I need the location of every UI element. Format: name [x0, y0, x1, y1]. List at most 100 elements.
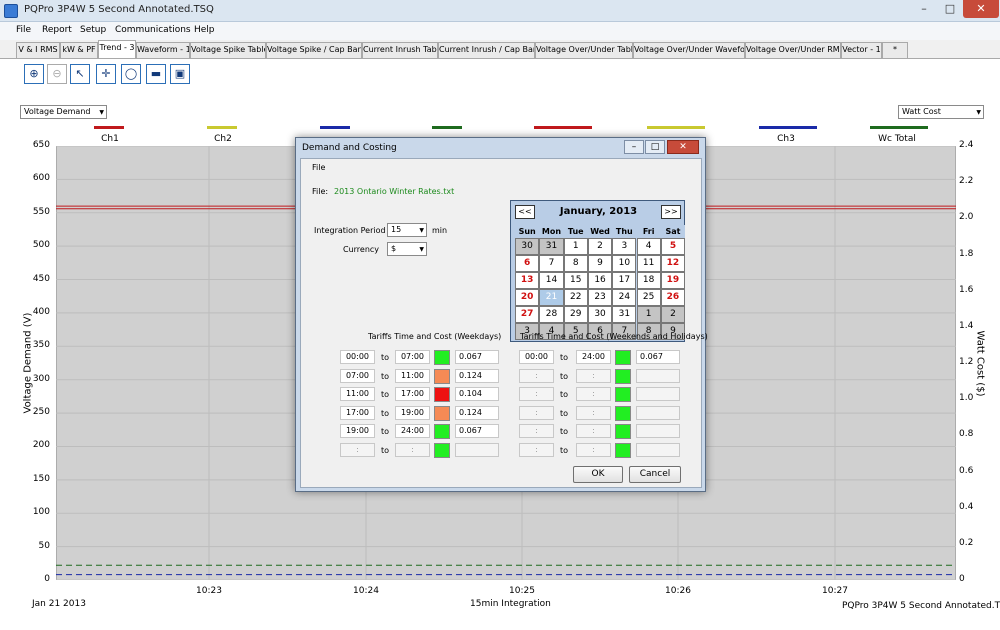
tab-voltage-over-under-table[interactable]: Voltage Over/Under Table — [535, 42, 633, 58]
menu-help[interactable]: Help — [194, 25, 215, 35]
camera-icon[interactable]: ▣ — [170, 64, 190, 84]
tariff-to-input[interactable]: : — [576, 368, 611, 383]
calendar-day[interactable]: 30 — [515, 238, 540, 255]
calendar-day[interactable]: 31 — [612, 306, 637, 323]
calendar-day[interactable]: 7 — [539, 255, 564, 272]
calendar-day[interactable]: 9 — [587, 255, 613, 272]
ok-button[interactable]: OK — [573, 466, 623, 483]
calendar-day[interactable]: 24 — [612, 289, 637, 306]
tariff-cost-input[interactable]: 0.104 — [455, 387, 499, 401]
calendar-day[interactable]: 2 — [587, 238, 613, 255]
tariff-color-swatch[interactable] — [615, 424, 631, 439]
cancel-button[interactable]: Cancel — [629, 466, 681, 483]
calendar-day[interactable]: 14 — [539, 272, 564, 289]
tariff-cost-input[interactable]: 0.067 — [636, 350, 680, 364]
calendar-day[interactable]: 6 — [515, 255, 540, 272]
tariff-from-input[interactable]: : — [519, 368, 554, 383]
tariff-from-input[interactable]: 00:00 — [519, 350, 554, 364]
tariff-color-swatch[interactable] — [434, 424, 450, 439]
zoom-out-icon[interactable]: ⊖ — [47, 64, 67, 84]
tab-voltage-spike-table[interactable]: Voltage Spike Table — [190, 42, 266, 58]
tariff-color-swatch[interactable] — [434, 387, 450, 402]
pointer-icon[interactable]: ↖ — [70, 64, 90, 84]
calendar-day[interactable]: 25 — [636, 289, 661, 306]
crosshair-icon[interactable]: ✛ — [96, 64, 116, 84]
calendar-day[interactable]: 3 — [612, 238, 637, 255]
currency-select[interactable]: $ — [387, 242, 427, 256]
tariff-cost-input[interactable] — [636, 424, 680, 438]
right-axis-select[interactable]: Watt Cost — [898, 105, 984, 119]
menu-communications[interactable]: Communications — [115, 25, 191, 35]
tariff-to-input[interactable]: 24:00 — [395, 424, 430, 438]
calendar-day[interactable]: 11 — [636, 255, 661, 272]
minimize-icon[interactable]: – — [912, 0, 936, 18]
tariff-cost-input[interactable] — [636, 387, 680, 401]
calendar-day[interactable]: 19 — [660, 272, 686, 289]
tariff-cost-input[interactable]: 0.067 — [455, 350, 499, 364]
tariff-cost-input[interactable] — [636, 442, 680, 457]
tariff-from-input[interactable]: 11:00 — [340, 387, 375, 401]
annotate-icon[interactable]: ◯ — [121, 64, 141, 84]
tariff-to-input[interactable]: : — [576, 442, 611, 457]
calendar-day[interactable]: 18 — [636, 272, 661, 289]
tariff-color-swatch[interactable] — [434, 350, 450, 365]
tab-trend-3[interactable]: Trend - 3 — [98, 40, 136, 58]
calendar-day[interactable]: 30 — [587, 306, 613, 323]
tab-voltage-over-under-waveform[interactable]: Voltage Over/Under Waveform — [633, 42, 745, 58]
integration-period-select[interactable]: 15 — [387, 223, 427, 237]
tariff-cost-input[interactable]: 0.067 — [455, 424, 499, 438]
tariff-to-input[interactable]: : — [576, 387, 611, 401]
calendar-day[interactable]: 16 — [587, 272, 613, 289]
calendar-day[interactable]: 21 — [539, 289, 564, 306]
tariff-color-swatch[interactable] — [615, 368, 631, 384]
tariff-from-input[interactable]: : — [340, 442, 375, 457]
tariff-color-swatch[interactable] — [615, 350, 631, 365]
marker-icon[interactable]: ▬ — [146, 64, 166, 84]
calendar-day[interactable]: 15 — [563, 272, 588, 289]
tariff-from-input[interactable]: : — [519, 442, 554, 457]
tab-kw-pf[interactable]: kW & PF — [60, 42, 98, 58]
calendar-day[interactable]: 26 — [660, 289, 686, 306]
tariff-to-input[interactable]: 11:00 — [395, 368, 430, 383]
tariff-color-swatch[interactable] — [615, 405, 631, 421]
tariff-to-input[interactable]: : — [576, 424, 611, 438]
tab-new[interactable]: * — [882, 42, 908, 58]
tariff-to-input[interactable]: 07:00 — [395, 350, 430, 364]
tariff-color-swatch[interactable] — [434, 368, 450, 384]
tariff-to-input[interactable]: 19:00 — [395, 405, 430, 420]
tariff-from-input[interactable]: : — [519, 424, 554, 438]
calendar-day[interactable]: 4 — [636, 238, 661, 255]
tab-vector-1[interactable]: Vector - 1 — [841, 42, 882, 58]
calendar-day[interactable]: 22 — [563, 289, 588, 306]
calendar-next-button[interactable]: >> — [661, 205, 681, 219]
tab-voltage-spike-cap-bank[interactable]: Voltage Spike / Cap Bank — [266, 42, 362, 58]
zoom-in-icon[interactable]: ⊕ — [24, 64, 44, 84]
dialog-minimize-icon[interactable]: – — [624, 140, 644, 154]
calendar-day[interactable]: 23 — [587, 289, 613, 306]
tab-waveform-1[interactable]: Waveform - 1 — [136, 42, 190, 58]
tariff-cost-input[interactable] — [455, 442, 499, 457]
tariff-color-swatch[interactable] — [615, 387, 631, 402]
maximize-icon[interactable]: □ — [938, 0, 962, 18]
calendar-day[interactable]: 28 — [539, 306, 564, 323]
tariff-to-input[interactable]: : — [395, 442, 430, 457]
tariff-to-input[interactable]: 17:00 — [395, 387, 430, 401]
calendar-day[interactable]: 20 — [515, 289, 540, 306]
tariff-to-input[interactable]: 24:00 — [576, 350, 611, 364]
menu-file[interactable]: File — [16, 25, 31, 35]
calendar-day[interactable]: 27 — [515, 306, 540, 323]
calendar-day[interactable]: 1 — [636, 306, 661, 323]
tab-v-i-rms[interactable]: V & I RMS — [16, 42, 60, 58]
tariff-cost-input[interactable] — [636, 405, 680, 420]
tariff-cost-input[interactable]: 0.124 — [455, 368, 499, 383]
tariff-from-input[interactable]: 17:00 — [340, 405, 375, 420]
calendar-day[interactable]: 31 — [539, 238, 564, 255]
dialog-menu-file[interactable]: File — [312, 163, 325, 172]
calendar-day[interactable]: 1 — [563, 238, 588, 255]
tab-voltage-over-under-rms[interactable]: Voltage Over/Under RMS — [745, 42, 841, 58]
tariff-color-swatch[interactable] — [615, 442, 631, 458]
calendar-day[interactable]: 10 — [612, 255, 637, 272]
calendar-prev-button[interactable]: << — [515, 205, 535, 219]
tariff-cost-input[interactable]: 0.124 — [455, 405, 499, 420]
calendar-day[interactable]: 2 — [660, 306, 686, 323]
